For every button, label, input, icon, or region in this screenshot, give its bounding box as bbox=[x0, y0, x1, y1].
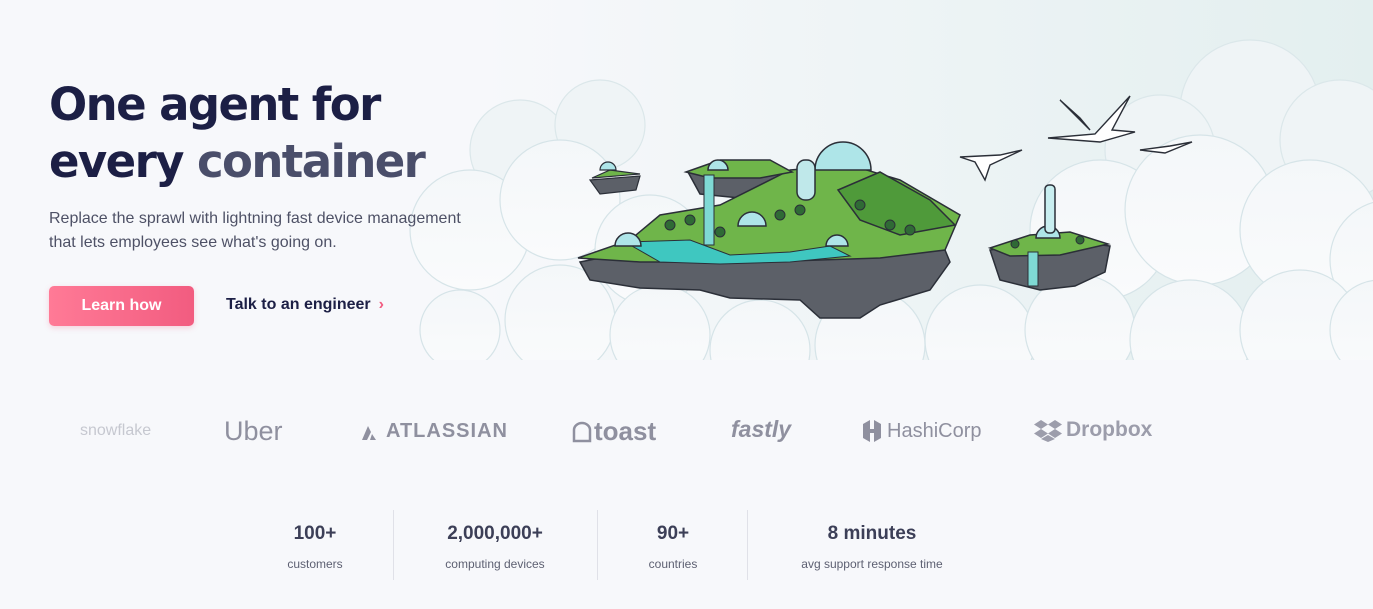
logo-label: toast bbox=[594, 416, 657, 446]
talk-to-engineer-label: Talk to an engineer bbox=[226, 296, 371, 313]
stat-label: customers bbox=[287, 557, 343, 571]
logo-label: HashiCorp bbox=[887, 419, 982, 442]
hero-heading-group: One agent for every container bbox=[49, 76, 529, 190]
uber-logo: Uber bbox=[224, 416, 283, 447]
dropbox-logo: Dropbox bbox=[1034, 418, 1152, 442]
stat-value: 2,000,000+ bbox=[447, 523, 543, 544]
stat-customers: 100+ customers bbox=[240, 510, 390, 580]
snowflake-logo: snowflake bbox=[80, 422, 151, 440]
customer-logos: snowflake Uber ATLASSIAN toast fastly Ha… bbox=[0, 410, 1373, 454]
toast-icon bbox=[572, 421, 592, 442]
logo-label: snowflake bbox=[80, 422, 152, 439]
stat-value: 100+ bbox=[293, 523, 337, 544]
atlassian-logo: ATLASSIAN bbox=[360, 420, 508, 443]
logo-label: ATLASSIAN bbox=[386, 420, 508, 442]
logo-label: fastly bbox=[731, 416, 792, 442]
logo-label: Dropbox bbox=[1066, 418, 1153, 441]
hashicorp-logo: HashiCorp bbox=[861, 419, 981, 443]
talk-to-engineer-link[interactable]: Talk to an engineer › bbox=[226, 296, 384, 314]
stat-countries: 90+ countries bbox=[598, 510, 748, 580]
hashicorp-icon bbox=[863, 420, 881, 442]
stat-label: countries bbox=[648, 557, 698, 571]
stat-label: avg support response time bbox=[801, 557, 943, 571]
stat-divider bbox=[747, 510, 748, 580]
headline-line-2a: every bbox=[49, 135, 185, 188]
fastly-logo: fastly bbox=[731, 416, 791, 443]
hero-subcopy: Replace the sprawl with lightning fast d… bbox=[49, 210, 461, 251]
headline-line-1: One agent for bbox=[49, 78, 381, 131]
stat-devices: 2,000,000+ computing devices bbox=[420, 510, 570, 580]
toast-logo: toast bbox=[570, 416, 656, 447]
stat-divider bbox=[393, 510, 394, 580]
stat-support-time: 8 minutes avg support response time bbox=[772, 510, 972, 580]
stat-value: 8 minutes bbox=[827, 523, 917, 544]
chevron-right-icon: › bbox=[378, 296, 384, 313]
stat-value: 90+ bbox=[656, 523, 690, 544]
headline-accent: container bbox=[196, 135, 426, 188]
learn-how-button[interactable]: Learn how bbox=[49, 286, 194, 326]
page-title: One agent for every container bbox=[49, 76, 529, 190]
atlassian-icon bbox=[362, 425, 376, 440]
hero-illustration bbox=[0, 0, 1373, 400]
dropbox-icon bbox=[1034, 420, 1062, 442]
logo-label: Uber bbox=[224, 416, 283, 446]
stat-label: computing devices bbox=[445, 557, 545, 571]
